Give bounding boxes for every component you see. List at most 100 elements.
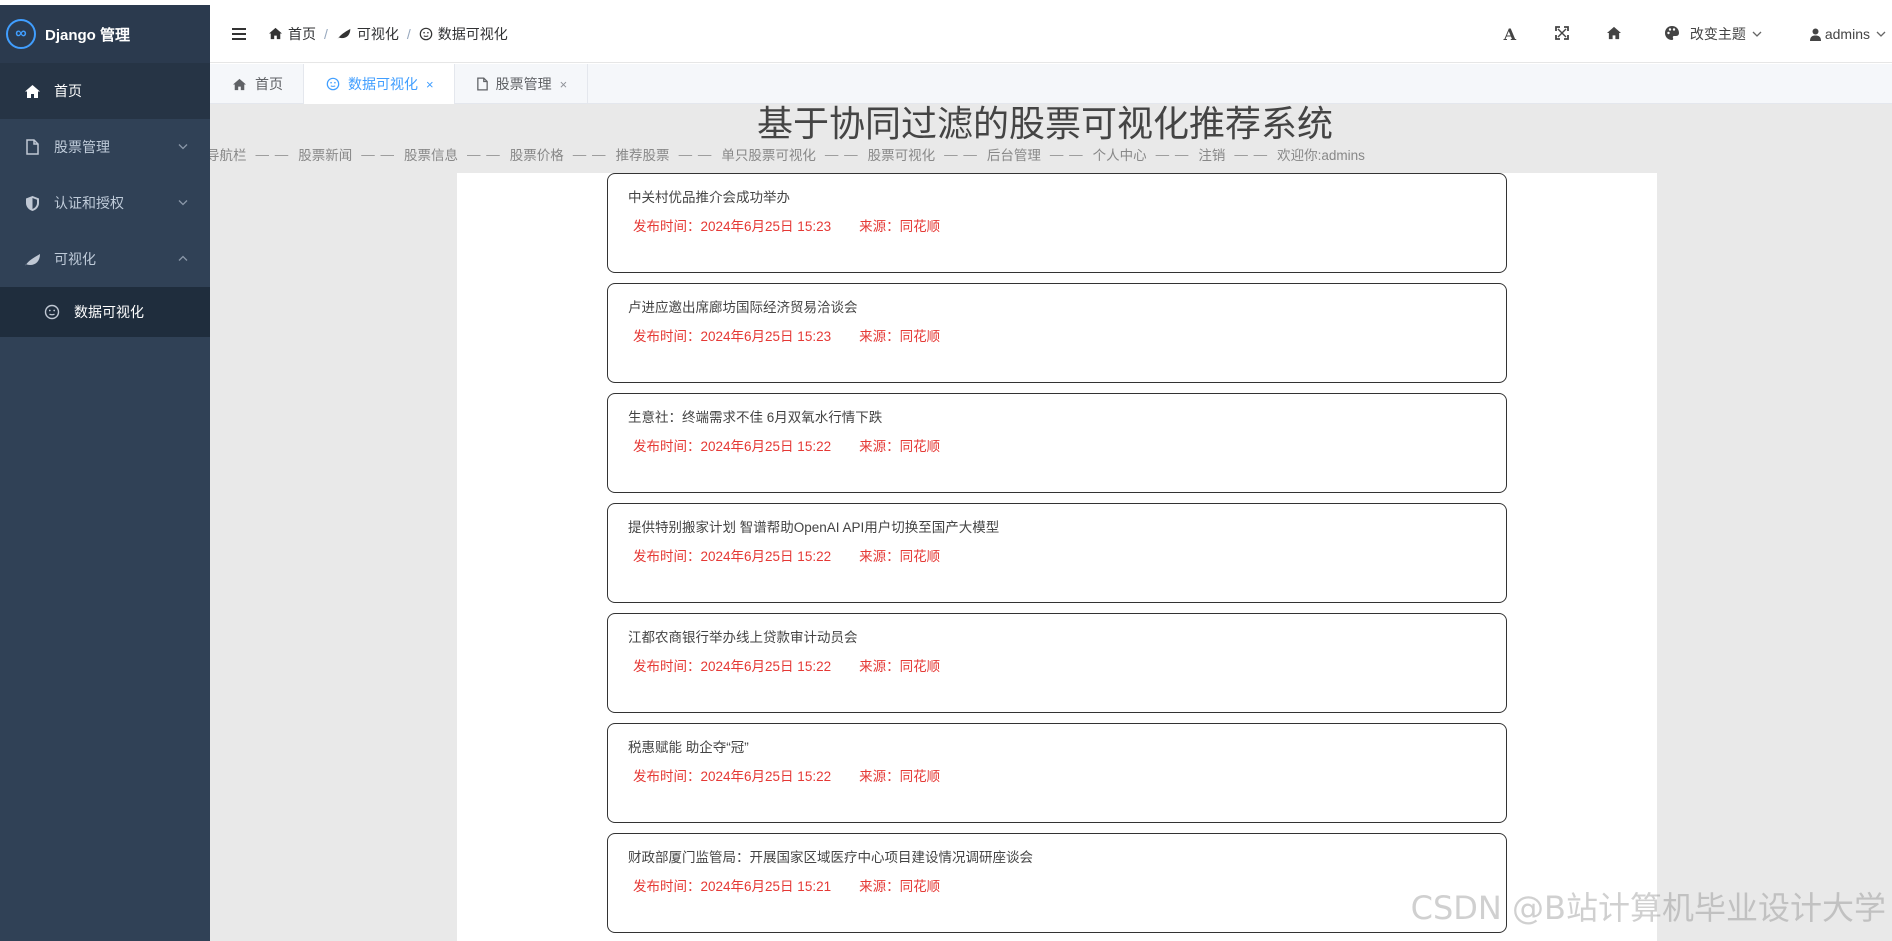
site-title: 基于协同过滤的股票可视化推荐系统 bbox=[210, 104, 1892, 144]
home-icon bbox=[1606, 26, 1622, 43]
content-area: 基于协同过滤的股票可视化推荐系统 导航栏 — — 股票新闻 — — 股票信息 —… bbox=[210, 104, 1892, 941]
news-source-prefix: 来源： bbox=[859, 219, 900, 234]
user-dropdown[interactable]: admins bbox=[1809, 5, 1886, 63]
sidebar-item-auth[interactable]: 认证和授权 bbox=[0, 175, 210, 231]
news-card[interactable]: 提供特别搬家计划 智谱帮助OpenAI API用户切换至国产大模型 发布时间： 2… bbox=[607, 503, 1507, 603]
news-title[interactable]: 中关村优品推介会成功举办 bbox=[628, 186, 790, 206]
news-card[interactable]: 中关村优品推介会成功举办 发布时间： 2024年6月25日 15:23 来源：同花… bbox=[607, 173, 1507, 273]
news-source: 同花顺 bbox=[899, 879, 941, 894]
tab-stock-management[interactable]: 股票管理 × bbox=[455, 64, 589, 104]
news-card[interactable]: 江都农商银行举办线上贷款审计动员会 发布时间： 2024年6月25日 15:22 … bbox=[607, 613, 1507, 713]
breadcrumb-home-label: 首页 bbox=[288, 25, 316, 42]
breadcrumb-separator: / bbox=[406, 25, 411, 42]
shield-icon bbox=[22, 193, 42, 213]
news-time: 2024年6月25日 15:23 bbox=[700, 329, 832, 344]
nav-link-stock-info[interactable]: 股票信息 bbox=[404, 144, 458, 164]
chevron-down-icon bbox=[1876, 29, 1886, 40]
news-source-prefix: 来源： bbox=[859, 659, 900, 674]
news-source: 同花顺 bbox=[899, 329, 941, 344]
chevron-down-icon bbox=[178, 198, 188, 209]
nav-link-stock-price[interactable]: 股票价格 bbox=[510, 144, 564, 164]
smile-icon bbox=[42, 302, 62, 322]
news-card[interactable]: 生意社：终端需求不佳 6月双氧水行情下跌 发布时间： 2024年6月25日 15:… bbox=[607, 393, 1507, 493]
news-time-prefix: 发布时间： bbox=[633, 879, 701, 894]
news-title[interactable]: 税惠赋能 助企夺“冠” bbox=[628, 736, 749, 756]
nav-separator: — — bbox=[255, 146, 290, 162]
news-card[interactable]: 财政部厦门监管局：开展国家区域医疗中心项目建设情况调研座谈会 发布时间： 2024… bbox=[607, 833, 1507, 933]
breadcrumb-home[interactable]: 首页 bbox=[268, 24, 316, 44]
sidebar-item-home[interactable]: 首页 bbox=[0, 63, 210, 119]
news-source: 同花顺 bbox=[899, 659, 941, 674]
sidebar-logo[interactable]: ∞ Django 管理 bbox=[0, 5, 210, 63]
news-card[interactable]: 税惠赋能 助企夺“冠” 发布时间： 2024年6月25日 15:22 来源：同花顺 bbox=[607, 723, 1507, 823]
news-source: 同花顺 bbox=[899, 439, 941, 454]
home-button[interactable] bbox=[1600, 5, 1628, 63]
breadcrumb: 首页 / 可视化 / 数据可视化 bbox=[268, 24, 508, 44]
news-meta: 发布时间： 2024年6月25日 15:22 来源：同花顺 bbox=[633, 655, 940, 675]
news-time: 2024年6月25日 15:21 bbox=[700, 879, 832, 894]
nav-separator: — — bbox=[1155, 146, 1190, 162]
leaf-icon bbox=[22, 249, 42, 269]
nav-link-admin[interactable]: 后台管理 bbox=[987, 144, 1041, 164]
nav-link-stock-news[interactable]: 股票新闻 bbox=[298, 144, 352, 164]
news-title[interactable]: 财政部厦门监管局：开展国家区域医疗中心项目建设情况调研座谈会 bbox=[628, 846, 1033, 866]
news-source-prefix: 来源： bbox=[859, 329, 900, 344]
fullscreen-button[interactable] bbox=[1548, 5, 1576, 63]
smile-icon bbox=[419, 27, 433, 41]
file-icon bbox=[22, 137, 42, 157]
news-time-prefix: 发布时间： bbox=[633, 329, 701, 344]
theme-dropdown[interactable]: 改变主题 bbox=[1664, 5, 1762, 63]
nav-link-recommend[interactable]: 推荐股票 bbox=[616, 144, 670, 164]
news-time-prefix: 发布时间： bbox=[633, 549, 701, 564]
breadcrumb-current-label: 数据可视化 bbox=[437, 25, 508, 42]
sidebar-subitem-data-visualization[interactable]: 数据可视化 bbox=[0, 287, 210, 337]
tab-home[interactable]: 首页 bbox=[210, 64, 304, 104]
nav-link-logout[interactable]: 注销 bbox=[1198, 144, 1225, 164]
font-size-button[interactable]: A bbox=[1496, 5, 1524, 63]
logo-text: Django 管理 bbox=[45, 26, 130, 44]
home-icon bbox=[22, 81, 42, 101]
top-header: 首页 / 可视化 / 数据可视化 A 改变主题 admins bbox=[210, 5, 1892, 63]
theme-label: 改变主题 bbox=[1689, 26, 1746, 42]
news-time-prefix: 发布时间： bbox=[633, 659, 701, 674]
infinity-icon: ∞ bbox=[6, 19, 36, 49]
breadcrumb-current: 数据可视化 bbox=[419, 24, 508, 44]
header-actions: A 改变主题 admins bbox=[1496, 5, 1892, 63]
news-title[interactable]: 提供特别搬家计划 智谱帮助OpenAI API用户切换至国产大模型 bbox=[628, 516, 999, 536]
breadcrumb-visualization-label: 可视化 bbox=[356, 25, 399, 42]
chevron-up-icon bbox=[178, 254, 188, 265]
sidebar-item-label: 可视化 bbox=[54, 251, 96, 267]
news-time: 2024年6月25日 15:22 bbox=[700, 439, 832, 454]
palette-icon bbox=[1664, 25, 1680, 44]
font-size-icon: A bbox=[1503, 24, 1517, 44]
user-label: admins bbox=[1824, 26, 1870, 42]
nav-separator: — — bbox=[1049, 146, 1084, 162]
nav-link-navbar[interactable]: 导航栏 bbox=[210, 144, 247, 164]
tab-bar: 首页 数据可视化 × 股票管理 × bbox=[210, 64, 1892, 104]
leaf-icon bbox=[336, 27, 352, 40]
nav-link-profile[interactable]: 个人中心 bbox=[1093, 144, 1147, 164]
nav-link-single-stock-vis[interactable]: 单只股票可视化 bbox=[721, 144, 816, 164]
news-source: 同花顺 bbox=[899, 219, 941, 234]
hamburger-icon[interactable] bbox=[232, 27, 252, 40]
news-title[interactable]: 生意社：终端需求不佳 6月双氧水行情下跌 bbox=[628, 406, 882, 426]
close-icon[interactable]: × bbox=[426, 77, 434, 92]
news-time: 2024年6月25日 15:22 bbox=[700, 769, 832, 784]
sidebar: ∞ Django 管理 首页 股票管理 认证和授权 可视化 数据可视化 bbox=[0, 5, 210, 941]
nav-separator: — — bbox=[678, 146, 713, 162]
sidebar-item-stock-management[interactable]: 股票管理 bbox=[0, 119, 210, 175]
sidebar-item-visualization[interactable]: 可视化 bbox=[0, 231, 210, 287]
news-title[interactable]: 江都农商银行举办线上贷款审计动员会 bbox=[628, 626, 858, 646]
tab-data-visualization[interactable]: 数据可视化 × bbox=[304, 64, 455, 104]
sidebar-submenu: 数据可视化 bbox=[0, 287, 210, 337]
news-meta: 发布时间： 2024年6月25日 15:22 来源：同花顺 bbox=[633, 545, 940, 565]
sidebar-item-label: 认证和授权 bbox=[54, 195, 124, 211]
news-card[interactable]: 卢进应邀出席廊坊国际经济贸易洽谈会 发布时间： 2024年6月25日 15:23 … bbox=[607, 283, 1507, 383]
news-meta: 发布时间： 2024年6月25日 15:22 来源：同花顺 bbox=[633, 435, 940, 455]
news-title[interactable]: 卢进应邀出席廊坊国际经济贸易洽谈会 bbox=[628, 296, 858, 316]
nav-link-stock-vis[interactable]: 股票可视化 bbox=[868, 144, 936, 164]
breadcrumb-visualization[interactable]: 可视化 bbox=[336, 24, 399, 44]
close-icon[interactable]: × bbox=[560, 77, 568, 92]
user-icon bbox=[1809, 28, 1821, 41]
breadcrumb-separator: / bbox=[324, 25, 328, 42]
